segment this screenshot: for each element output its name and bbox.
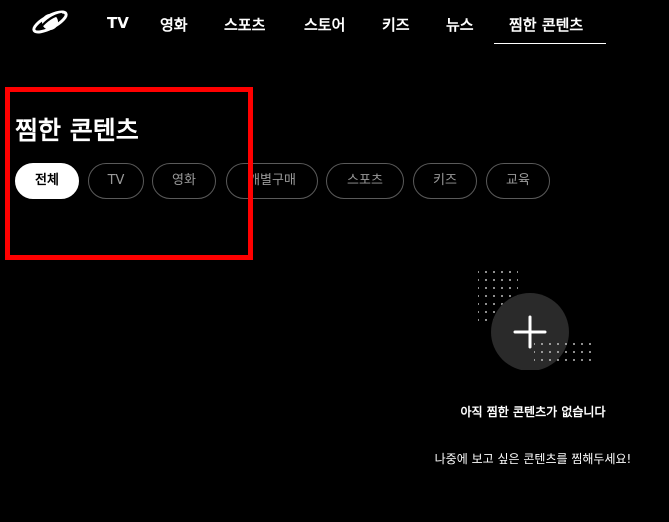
page-title: 찜한 콘텐츠 (15, 116, 139, 145)
filter-chip-sports[interactable]: 스포츠 (326, 163, 404, 199)
empty-state-title: 아직 찜한 콘텐츠가 없습니다 (460, 405, 606, 419)
page: TV 영화 스포츠 스토어 키즈 뉴스 찜한 콘텐츠 찜한 콘텐츠 전체 TV … (0, 0, 669, 522)
nav-item-wishlist[interactable]: 찜한 콘텐츠 (509, 14, 583, 35)
filter-chip-education[interactable]: 교육 (486, 163, 550, 199)
nav-item-news[interactable]: 뉴스 (446, 14, 474, 35)
nav-item-tv[interactable]: TV (107, 14, 129, 32)
empty-state-illustration (478, 270, 592, 370)
filter-chip-all[interactable]: 전체 (15, 163, 79, 199)
nav-item-sports[interactable]: 스포츠 (224, 14, 265, 35)
filter-chip-movies[interactable]: 영화 (152, 163, 216, 199)
nav-item-movies[interactable]: 영화 (160, 14, 188, 35)
filter-chip-purchase[interactable]: 개별구매 (226, 163, 318, 199)
filter-chip-tv[interactable]: TV (88, 163, 144, 199)
nav-item-kids[interactable]: 키즈 (382, 14, 410, 35)
logo-icon[interactable] (30, 6, 70, 38)
empty-state-subtitle: 나중에 보고 싶은 콘텐츠를 찜해두세요! (434, 452, 632, 466)
filter-chip-kids[interactable]: 키즈 (413, 163, 477, 199)
nav-item-store[interactable]: 스토어 (304, 14, 345, 35)
nav-active-indicator (494, 43, 606, 44)
